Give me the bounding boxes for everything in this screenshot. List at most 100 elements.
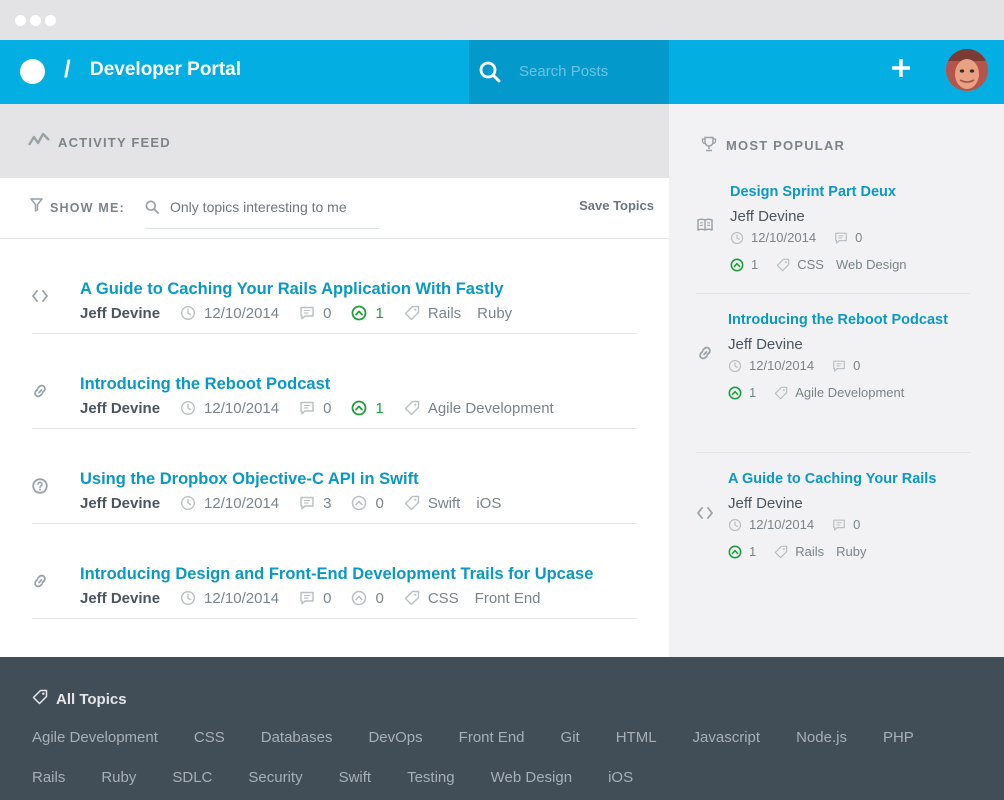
- post-tag[interactable]: Agile Development: [428, 400, 554, 417]
- sidebar-divider: [696, 452, 970, 453]
- upvote-icon: [352, 590, 367, 606]
- code-icon: [697, 507, 713, 519]
- page-title[interactable]: Developer Portal: [90, 59, 241, 81]
- add-post-button[interactable]: [890, 54, 912, 88]
- top-bar: / Developer Portal Search Posts: [0, 40, 1004, 104]
- post-meta: Jeff Devine 12/10/2014 3 0 Swift iOS: [80, 493, 517, 513]
- upvote-count[interactable]: 1: [751, 257, 758, 272]
- comment-count[interactable]: 0: [323, 305, 331, 322]
- upvote-count[interactable]: 1: [749, 544, 756, 559]
- post-author[interactable]: Jeff Devine: [80, 590, 160, 607]
- popular-post-tags: 1 Rails Ruby: [728, 544, 879, 559]
- feed-post: Introducing Design and Front-End Develop…: [0, 524, 669, 619]
- comment-icon: [300, 306, 314, 320]
- topic-row: Agile Development CSS Databases DevOps Front…: [32, 729, 950, 746]
- post-tag[interactable]: CSS: [428, 590, 459, 607]
- post-tag[interactable]: Agile Development: [795, 385, 904, 400]
- comment-count[interactable]: 0: [853, 358, 860, 373]
- topic-link[interactable]: Git: [561, 729, 580, 746]
- topic-link[interactable]: Front End: [459, 729, 525, 746]
- popular-post-author: Jeff Devine: [728, 336, 803, 353]
- post-date: 12/10/2014: [204, 589, 280, 607]
- topic-link[interactable]: Swift: [339, 769, 372, 786]
- upvote-count[interactable]: 1: [749, 385, 756, 400]
- topic-link[interactable]: iOS: [608, 769, 633, 786]
- code-icon: [32, 290, 48, 302]
- post-title[interactable]: Introducing the Reboot Podcast: [80, 375, 330, 394]
- topic-link[interactable]: Web Design: [491, 769, 572, 786]
- comment-count[interactable]: 3: [323, 495, 331, 512]
- post-title[interactable]: Introducing Design and Front-End Develop…: [80, 565, 593, 584]
- user-photo-icon: [946, 49, 988, 91]
- post-author[interactable]: Jeff Devine: [80, 495, 160, 512]
- feed-post: Using the Dropbox Objective-C API in Swi…: [0, 429, 669, 524]
- upvote-count[interactable]: 0: [375, 495, 383, 512]
- avatar[interactable]: [946, 49, 988, 91]
- tag-icon: [404, 495, 420, 511]
- popular-post-title[interactable]: Design Sprint Part Deux: [730, 184, 896, 200]
- post-tag[interactable]: CSS: [797, 257, 824, 272]
- logo-icon[interactable]: [20, 59, 45, 84]
- topic-link[interactable]: SDLC: [172, 769, 212, 786]
- post-tag[interactable]: Front End: [475, 590, 541, 607]
- topic-link[interactable]: Agile Development: [32, 729, 158, 746]
- post-tag[interactable]: Rails: [795, 544, 824, 559]
- comment-count[interactable]: 0: [853, 517, 860, 532]
- topic-link[interactable]: Security: [248, 769, 302, 786]
- post-tag[interactable]: Ruby: [477, 305, 512, 322]
- search-box[interactable]: Search Posts: [469, 40, 669, 104]
- comment-count[interactable]: 0: [323, 400, 331, 417]
- topic-link[interactable]: Node.js: [796, 729, 847, 746]
- post-tag[interactable]: Web Design: [836, 257, 907, 272]
- popular-post-stats: 12/10/2014 0: [730, 230, 880, 245]
- topic-link[interactable]: Testing: [407, 769, 455, 786]
- post-date: 12/10/2014: [204, 494, 280, 512]
- post-title[interactable]: A Guide to Caching Your Rails Applicatio…: [80, 280, 503, 299]
- comment-count[interactable]: 0: [855, 230, 862, 245]
- search-input[interactable]: Search Posts: [519, 63, 608, 80]
- upvote-icon: [730, 258, 744, 271]
- window-zoom-dot[interactable]: [45, 15, 56, 26]
- post-meta: Jeff Devine 12/10/2014 0 1 Agile Development: [80, 398, 570, 418]
- tag-icon: [404, 590, 420, 606]
- post-author[interactable]: Jeff Devine: [80, 400, 160, 417]
- topic-link[interactable]: Javascript: [693, 729, 761, 746]
- search-icon[interactable]: [479, 61, 501, 83]
- topic-filter-placeholder[interactable]: Only topics interesting to me: [170, 199, 347, 215]
- window-minimize-dot[interactable]: [30, 15, 41, 26]
- show-me-label: SHOW ME:: [50, 201, 125, 215]
- tag-icon: [774, 545, 788, 558]
- post-tag[interactable]: Swift: [428, 495, 461, 512]
- topic-link[interactable]: PHP: [883, 729, 914, 746]
- post-date: 12/10/2014: [204, 304, 280, 322]
- clock-icon: [728, 359, 742, 372]
- post-tag[interactable]: Rails: [428, 305, 461, 322]
- post-tag[interactable]: Ruby: [836, 544, 866, 559]
- save-topics-button[interactable]: Save Topics: [579, 198, 654, 213]
- upvote-count[interactable]: 1: [375, 400, 383, 417]
- upvote-icon: [352, 400, 367, 416]
- topic-link[interactable]: Databases: [261, 729, 333, 746]
- upvote-icon: [728, 386, 742, 399]
- topic-link[interactable]: Rails: [32, 769, 65, 786]
- link-icon: [34, 574, 46, 588]
- upvote-count[interactable]: 1: [375, 305, 383, 322]
- window-close-dot[interactable]: [15, 15, 26, 26]
- topic-link[interactable]: DevOps: [368, 729, 422, 746]
- all-topics-title: All Topics: [56, 691, 127, 708]
- feed-post: Introducing the Reboot Podcast Jeff Devin…: [0, 334, 669, 429]
- topic-filter-input[interactable]: Only topics interesting to me: [145, 192, 379, 229]
- topic-link[interactable]: Ruby: [101, 769, 136, 786]
- popular-post-title[interactable]: A Guide to Caching Your Rails: [728, 471, 936, 487]
- post-tag[interactable]: iOS: [476, 495, 501, 512]
- upvote-count[interactable]: 0: [375, 590, 383, 607]
- topic-link[interactable]: HTML: [616, 729, 657, 746]
- comment-count[interactable]: 0: [323, 590, 331, 607]
- post-author[interactable]: Jeff Devine: [80, 305, 160, 322]
- topic-link[interactable]: CSS: [194, 729, 225, 746]
- popular-post-tags: 1 CSS Web Design: [730, 257, 919, 272]
- topic-filter-bar: SHOW ME: Only topics interesting to me S…: [0, 178, 669, 239]
- popular-post-title[interactable]: Introducing the Reboot Podcast: [728, 312, 948, 328]
- post-title[interactable]: Using the Dropbox Objective-C API in Swi…: [80, 470, 419, 489]
- trophy-icon: [701, 136, 717, 152]
